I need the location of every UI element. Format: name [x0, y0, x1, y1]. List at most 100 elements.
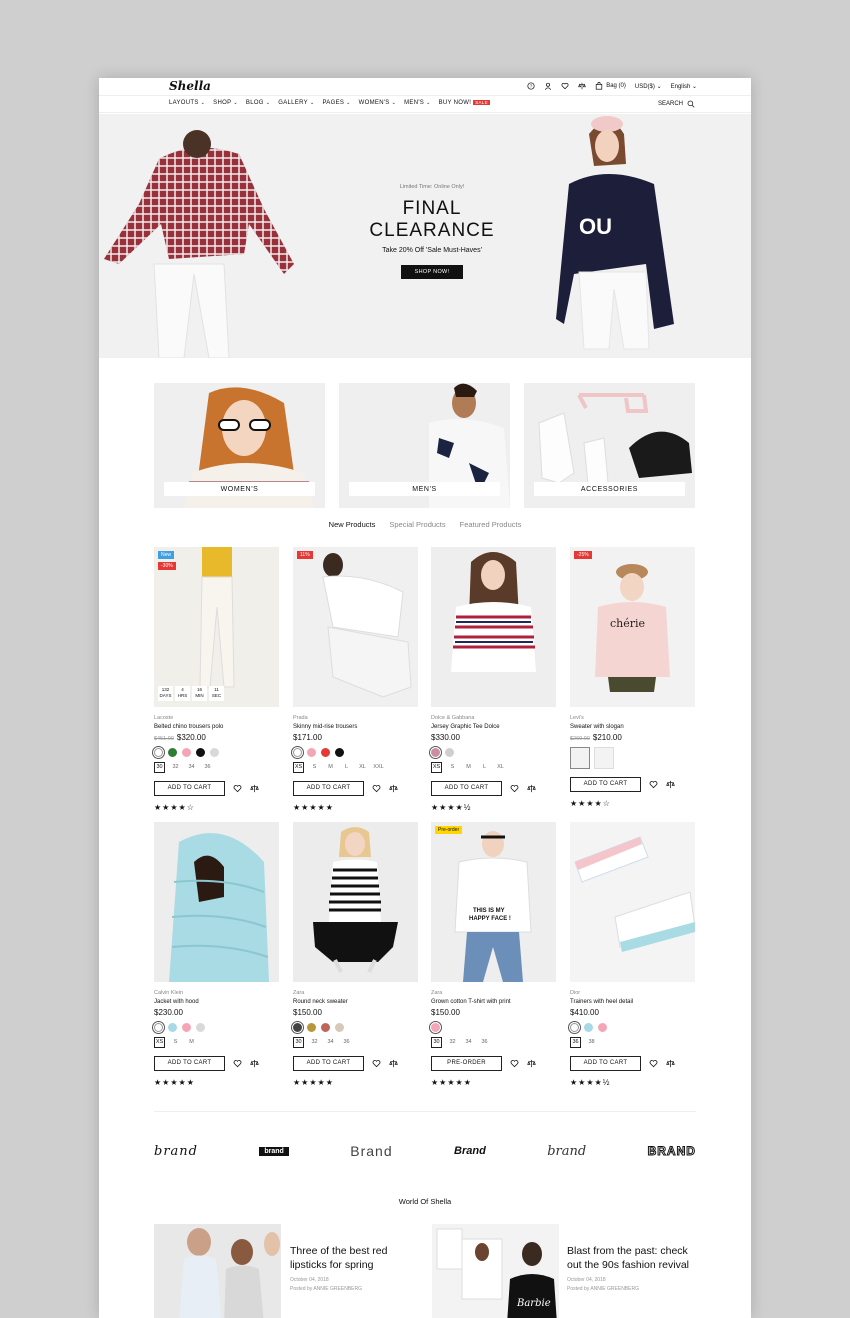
product-image[interactable] — [154, 822, 279, 982]
color-swatch[interactable] — [431, 1023, 440, 1032]
product-brand[interactable]: Prada — [293, 715, 418, 721]
product-image[interactable]: chérie -25% — [570, 547, 695, 707]
variant-thumbnail[interactable] — [594, 747, 614, 769]
product-name[interactable]: Trainers with heel detail — [570, 999, 695, 1005]
brand-logo[interactable]: brand — [259, 1146, 289, 1156]
category-accessories[interactable]: ACCESSORIES — [524, 383, 695, 508]
blog-post-title[interactable]: Blast from the past: check out the 90s f… — [567, 1244, 702, 1272]
product-brand[interactable]: Zara — [293, 990, 418, 996]
color-swatch[interactable] — [210, 748, 219, 757]
size-option[interactable]: 36 — [479, 1037, 490, 1048]
size-option[interactable]: M — [463, 762, 474, 773]
tab-special-products[interactable]: Special Products — [389, 520, 445, 529]
brand-logo[interactable]: BRAND — [647, 1144, 696, 1159]
wishlist-icon[interactable] — [649, 1059, 658, 1068]
size-option[interactable]: XS — [154, 1037, 165, 1048]
wishlist-icon[interactable] — [510, 1059, 519, 1068]
color-swatch[interactable] — [196, 1023, 205, 1032]
size-option[interactable]: XL — [357, 762, 368, 773]
blog-post-image[interactable]: Barbie — [432, 1224, 559, 1318]
color-swatch[interactable] — [154, 1023, 163, 1032]
brand-logo[interactable]: brand — [547, 1144, 586, 1159]
product-name[interactable]: Jersey Graphic Tee Dolce — [431, 724, 556, 730]
compare-icon[interactable] — [527, 1059, 536, 1068]
add-to-cart-button[interactable]: ADD TO CART — [431, 781, 502, 796]
nav-item-pages[interactable]: PAGES ⌄ — [322, 100, 350, 106]
size-option[interactable]: M — [186, 1037, 197, 1048]
color-swatch[interactable] — [598, 1023, 607, 1032]
nav-item-gallery[interactable]: GALLERY ⌄ — [278, 100, 314, 106]
compare-icon[interactable] — [389, 784, 398, 793]
size-option[interactable]: 32 — [447, 1037, 458, 1048]
add-to-cart-button[interactable]: ADD TO CART — [154, 781, 225, 796]
nav-item-shop[interactable]: SHOP ⌄ — [213, 100, 238, 106]
variant-thumbnail[interactable] — [570, 747, 590, 769]
color-swatch[interactable] — [168, 748, 177, 757]
size-option[interactable]: S — [170, 1037, 181, 1048]
size-option[interactable]: XS — [431, 762, 442, 773]
product-name[interactable]: Jacket with hood — [154, 999, 279, 1005]
color-swatch[interactable] — [307, 1023, 316, 1032]
product-name[interactable]: Grown cotton T-shirt with print — [431, 999, 556, 1005]
color-swatch[interactable] — [335, 748, 344, 757]
add-to-cart-button[interactable]: ADD TO CART — [293, 781, 364, 796]
color-swatch[interactable] — [307, 748, 316, 757]
tab-new-products[interactable]: New Products — [329, 520, 376, 529]
wishlist-icon[interactable] — [233, 784, 242, 793]
compare-icon[interactable] — [666, 780, 675, 789]
brand-logo[interactable]: Brand — [350, 1143, 392, 1159]
nav-item-layouts[interactable]: LAYOUTS ⌄ — [169, 100, 205, 106]
wishlist-icon[interactable] — [372, 1059, 381, 1068]
size-option[interactable]: L — [479, 762, 490, 773]
size-option[interactable]: 36 — [202, 762, 213, 773]
product-image[interactable] — [293, 822, 418, 982]
currency-select[interactable]: USD($) ⌄ — [635, 83, 662, 90]
color-swatch[interactable] — [196, 748, 205, 757]
size-option[interactable]: 30 — [431, 1037, 442, 1048]
compare-icon[interactable] — [250, 784, 259, 793]
size-option[interactable]: XXL — [373, 762, 384, 773]
size-option[interactable]: 36 — [570, 1037, 581, 1048]
size-option[interactable]: XS — [293, 762, 304, 773]
size-option[interactable]: 34 — [186, 762, 197, 773]
size-option[interactable]: 30 — [293, 1037, 304, 1048]
add-to-cart-button[interactable]: ADD TO CART — [570, 1056, 641, 1071]
size-option[interactable]: M — [325, 762, 336, 773]
product-brand[interactable]: Dolce & Gabbana — [431, 715, 556, 721]
product-brand[interactable]: Lacoste — [154, 715, 279, 721]
color-swatch[interactable] — [182, 748, 191, 757]
product-image[interactable]: THIS IS MY HAPPY FACE ! Pre-order — [431, 822, 556, 982]
tab-featured-products[interactable]: Featured Products — [460, 520, 522, 529]
product-name[interactable]: Skinny mid-rise trousers — [293, 724, 418, 730]
color-swatch[interactable] — [321, 748, 330, 757]
color-swatch[interactable] — [293, 748, 302, 757]
wishlist-icon[interactable] — [510, 784, 519, 793]
color-swatch[interactable] — [445, 748, 454, 757]
color-swatch[interactable] — [154, 748, 163, 757]
compare-icon[interactable] — [250, 1059, 259, 1068]
brand-logo[interactable]: Brand — [454, 1145, 486, 1157]
category-mens[interactable]: MEN'S — [339, 383, 510, 508]
category-womens[interactable]: WOMEN'S — [154, 383, 325, 508]
blog-post-title[interactable]: Three of the best red lipsticks for spri… — [290, 1244, 425, 1272]
product-brand[interactable]: Levi's — [570, 715, 695, 721]
compare-icon[interactable] — [389, 1059, 398, 1068]
product-brand[interactable]: Zara — [431, 990, 556, 996]
help-icon[interactable]: ? — [527, 82, 535, 90]
product-name[interactable]: Belted chino trousers polo — [154, 724, 279, 730]
bag-link[interactable]: Bag (0) — [595, 82, 626, 90]
pre-order-button[interactable]: PRE-ORDER — [431, 1056, 502, 1071]
size-option[interactable]: L — [341, 762, 352, 773]
nav-item-mens[interactable]: MEN'S ⌄ — [404, 100, 430, 106]
size-option[interactable]: S — [309, 762, 320, 773]
nav-item-buy-now[interactable]: BUY NOW! SALE — [439, 100, 490, 106]
add-to-cart-button[interactable]: ADD TO CART — [154, 1056, 225, 1071]
size-option[interactable]: S — [447, 762, 458, 773]
color-swatch[interactable] — [335, 1023, 344, 1032]
size-option[interactable]: 30 — [154, 762, 165, 773]
wishlist-icon[interactable] — [561, 82, 569, 90]
compare-icon[interactable] — [578, 82, 587, 90]
add-to-cart-button[interactable]: ADD TO CART — [570, 777, 641, 792]
nav-item-womens[interactable]: WOMEN'S ⌄ — [359, 100, 396, 106]
color-swatch[interactable] — [182, 1023, 191, 1032]
